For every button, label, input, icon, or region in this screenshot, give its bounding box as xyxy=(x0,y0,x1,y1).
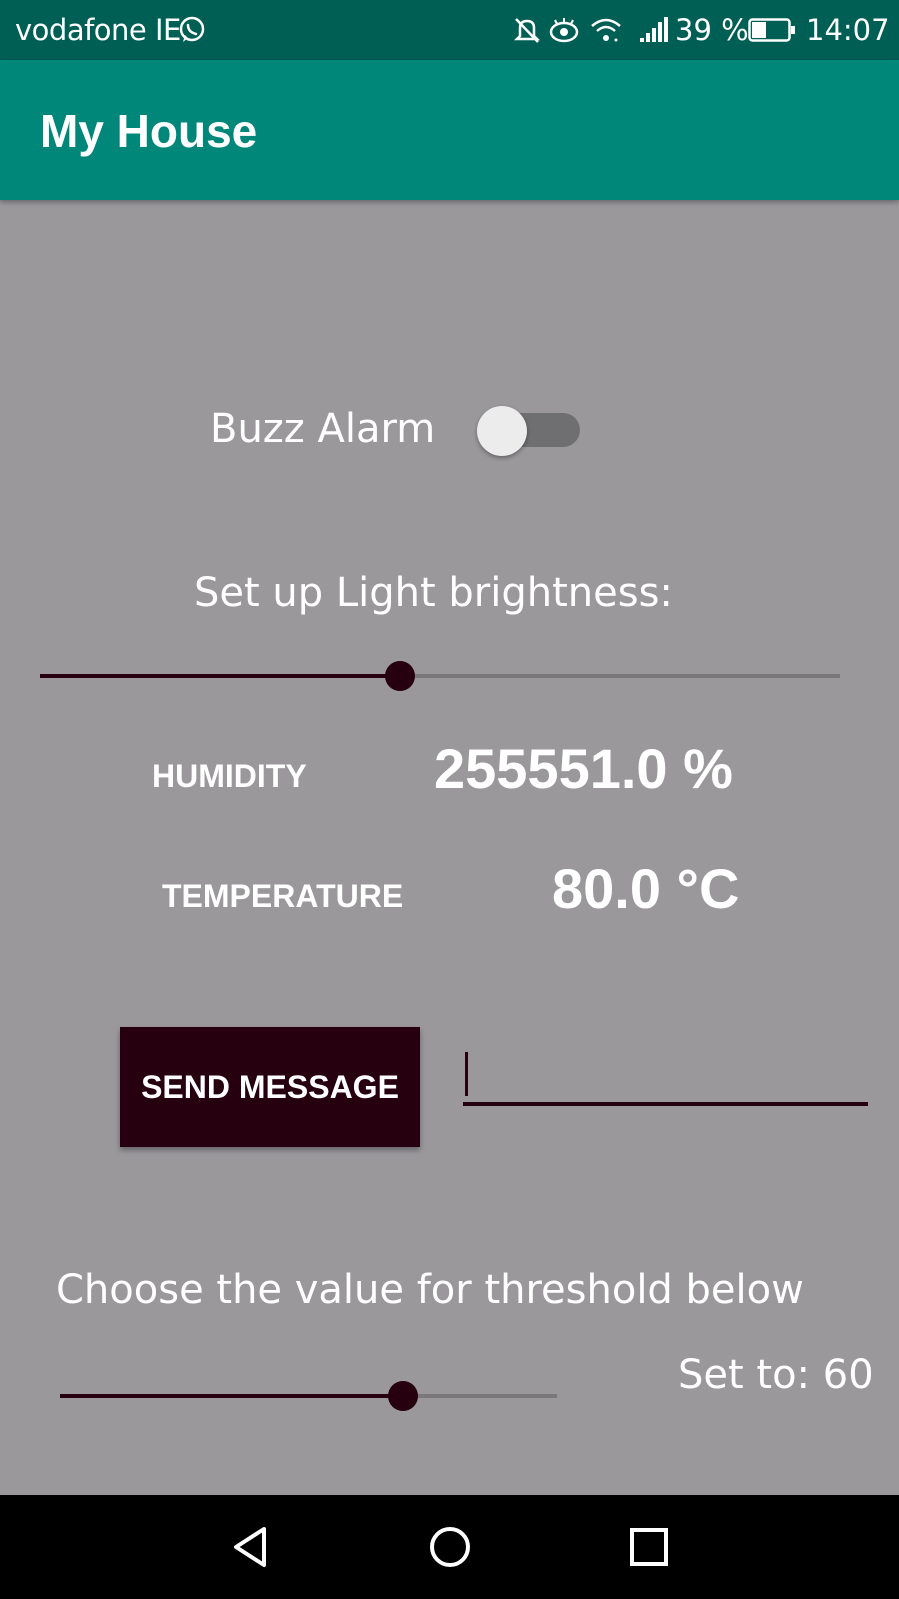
carrier-name: vodafone IE xyxy=(15,13,181,47)
signal-icon xyxy=(640,16,670,49)
navigation-bar xyxy=(0,1495,899,1599)
wifi-icon xyxy=(590,16,622,49)
clock: 14:07 xyxy=(806,13,890,47)
temperature-value: 80.0 °C xyxy=(552,857,740,920)
back-icon[interactable] xyxy=(220,1517,280,1577)
battery-percent: 39 % xyxy=(675,13,749,47)
slider-fill xyxy=(40,674,400,678)
home-icon[interactable] xyxy=(420,1517,480,1577)
humidity-value: 255551.0 % xyxy=(434,737,733,800)
whatsapp-icon xyxy=(178,16,206,49)
threshold-set-value: Set to: 60 xyxy=(678,1352,874,1398)
slider-thumb[interactable] xyxy=(385,661,415,691)
status-bar: vodafone IE 39 % 14:07 xyxy=(0,0,899,60)
recents-icon[interactable] xyxy=(619,1517,679,1577)
slider-fill xyxy=(60,1394,403,1398)
send-message-button[interactable]: SEND MESSAGE xyxy=(120,1027,420,1147)
buzz-alarm-label: Buzz Alarm xyxy=(210,406,436,452)
battery-icon xyxy=(748,18,796,47)
text-cursor xyxy=(465,1052,468,1096)
temperature-label: TEMPERATURE xyxy=(162,878,404,914)
app-title: My House xyxy=(40,105,258,157)
mute-icon xyxy=(512,16,542,49)
switch-thumb[interactable] xyxy=(477,406,527,456)
message-input[interactable] xyxy=(463,1048,868,1106)
eye-icon xyxy=(548,16,580,49)
brightness-label: Set up Light brightness: xyxy=(194,570,673,616)
threshold-label: Choose the value for threshold below xyxy=(56,1267,804,1313)
app-bar: My House xyxy=(0,60,899,200)
humidity-label: HUMIDITY xyxy=(152,758,307,794)
slider-thumb[interactable] xyxy=(388,1381,418,1411)
